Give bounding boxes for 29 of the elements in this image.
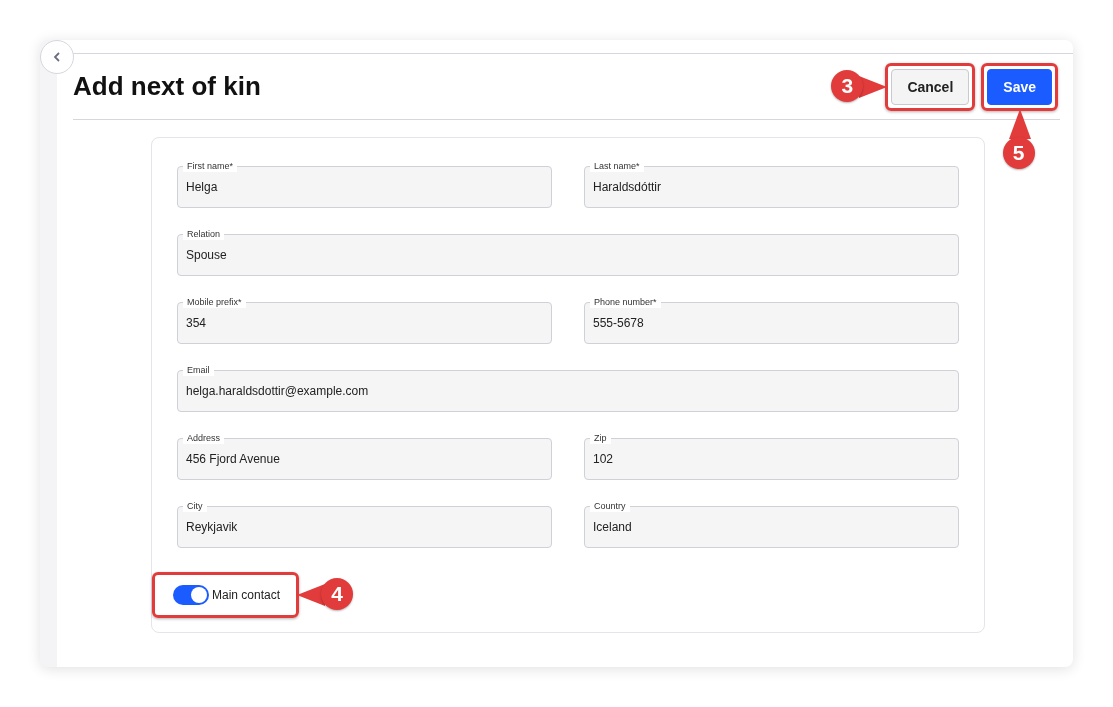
field-label: Email	[183, 364, 214, 376]
callout-badge: 4	[321, 578, 354, 610]
field-label: First name*	[183, 160, 237, 172]
secondary-button[interactable]: Cancel	[891, 68, 970, 105]
field-label: Mobile prefix*	[183, 296, 246, 308]
field-value: Iceland	[593, 520, 632, 534]
field-label: Zip	[590, 432, 611, 444]
field-value: helga.haraldsdottir@example.com	[186, 384, 369, 398]
page-title: Add next of kin	[73, 71, 261, 102]
field-value: Helga	[186, 180, 218, 194]
field-value: 102	[593, 452, 614, 466]
field-value: 456 Fjord Avenue	[186, 452, 280, 466]
field-label: Phone number*	[590, 296, 661, 308]
callout-badge: 3	[831, 69, 864, 102]
primary-button[interactable]: Save	[987, 68, 1052, 105]
toggle-switch[interactable]	[173, 585, 209, 605]
field-label: Relation	[183, 228, 225, 240]
field-label: City	[183, 500, 207, 512]
field-value: Haraldsdóttir	[593, 180, 662, 194]
field-value: 555-5678	[593, 316, 644, 330]
field-value: 354	[186, 316, 207, 330]
field-label: Address	[183, 432, 225, 444]
toggle-label: Main contact	[212, 588, 281, 602]
field-value: Reykjavik	[186, 520, 238, 534]
field-value: Spouse	[186, 248, 227, 262]
chevron-left-icon	[51, 51, 63, 63]
field-label: Country	[590, 500, 630, 512]
callout-badge: 5	[1002, 136, 1035, 169]
field-label: Last name*	[590, 160, 644, 172]
